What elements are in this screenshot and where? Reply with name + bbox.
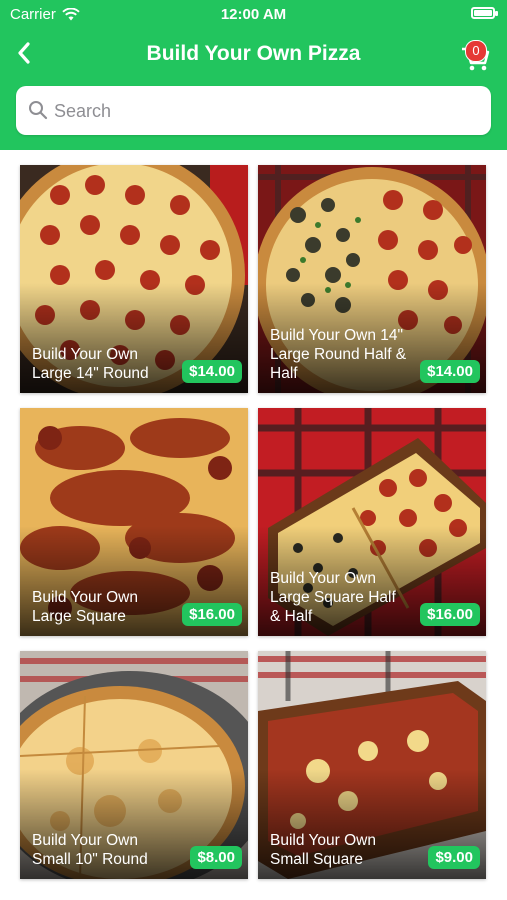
search-input[interactable] xyxy=(52,86,476,137)
clock: 12:00 AM xyxy=(220,6,287,23)
search-bar[interactable] xyxy=(16,86,491,137)
cart-count-badge: 0 xyxy=(465,40,487,62)
product-name: Build Your Own Large Square xyxy=(32,589,138,625)
price-badge: $16.00 xyxy=(420,603,480,626)
battery-icon xyxy=(471,7,498,19)
price-badge: $14.00 xyxy=(420,360,480,383)
price-badge: $9.00 xyxy=(428,846,480,869)
product-name: Build Your Own Small Square xyxy=(270,832,376,868)
product-card[interactable]: Build Your Own Large 14" Round $14.00 xyxy=(20,165,248,393)
price-badge: $14.00 xyxy=(182,360,242,383)
price-badge: $16.00 xyxy=(182,603,242,626)
product-grid: Build Your Own Large 14" Round $14.00 Bu… xyxy=(0,150,507,900)
product-name: Build Your Own Small 10" Round xyxy=(32,832,148,868)
header: Build Your Own Pizza 0 xyxy=(0,30,507,150)
status-bar: Carrier 12:00 AM xyxy=(0,0,507,30)
price-badge: $8.00 xyxy=(190,846,242,869)
page-title: Build Your Own Pizza xyxy=(146,42,361,65)
product-card[interactable]: Build Your Own Small 10" Round $8.00 xyxy=(20,651,248,879)
product-card[interactable]: Build Your Own 14" Large Round Half & Ha… xyxy=(258,165,486,393)
product-name: Build Your Own 14" Large Round Half & Ha… xyxy=(270,327,407,382)
back-chevron-icon[interactable] xyxy=(10,36,40,70)
product-card[interactable]: Build Your Own Large Square Half & Half … xyxy=(258,408,486,636)
product-name: Build Your Own Large 14" Round xyxy=(32,346,149,382)
product-card[interactable]: Build Your Own Large Square $16.00 xyxy=(20,408,248,636)
product-name: Build Your Own Large Square Half & Half xyxy=(270,570,396,625)
cart-button[interactable]: 0 xyxy=(459,36,493,71)
search-icon xyxy=(29,101,48,120)
product-card[interactable]: Build Your Own Small Square $9.00 xyxy=(258,651,486,879)
